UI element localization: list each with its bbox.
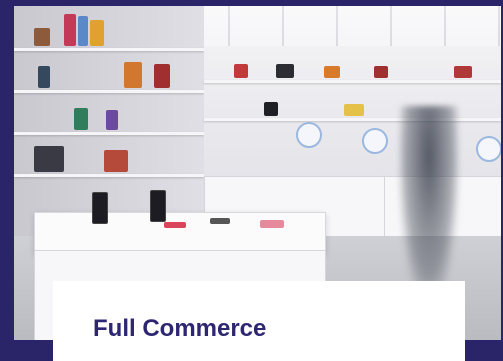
product-box (276, 64, 294, 78)
product-box (78, 16, 88, 46)
product-box (344, 104, 364, 116)
shelf (204, 80, 501, 83)
product-item (210, 218, 230, 224)
blurred-shopper (399, 106, 459, 306)
product-box (374, 66, 388, 78)
product-box (454, 66, 472, 78)
shelf (14, 90, 204, 93)
phone-display (150, 190, 166, 222)
product-box (34, 146, 64, 172)
product-box (234, 64, 248, 78)
product-box (324, 66, 340, 78)
robot-display (362, 128, 388, 154)
shelf (14, 174, 204, 177)
product-box (124, 62, 142, 88)
caption-card: Full Commerce (53, 281, 465, 361)
shelf (14, 132, 204, 135)
product-box (64, 14, 76, 46)
product-box (74, 108, 88, 130)
phone-display (92, 192, 108, 224)
display-table (34, 212, 326, 254)
product-box (34, 28, 50, 46)
hero-frame: Full Commerce (0, 0, 503, 361)
robot-display (476, 136, 501, 162)
product-box (104, 150, 128, 172)
product-box (38, 66, 50, 88)
product-box (106, 110, 118, 130)
shelf (14, 48, 204, 51)
product-item (164, 222, 186, 228)
product-box (154, 64, 170, 88)
product-box (264, 102, 278, 116)
product-item (260, 220, 284, 228)
robot-display (296, 122, 322, 148)
product-box (90, 20, 104, 46)
card-title: Full Commerce (93, 315, 267, 342)
